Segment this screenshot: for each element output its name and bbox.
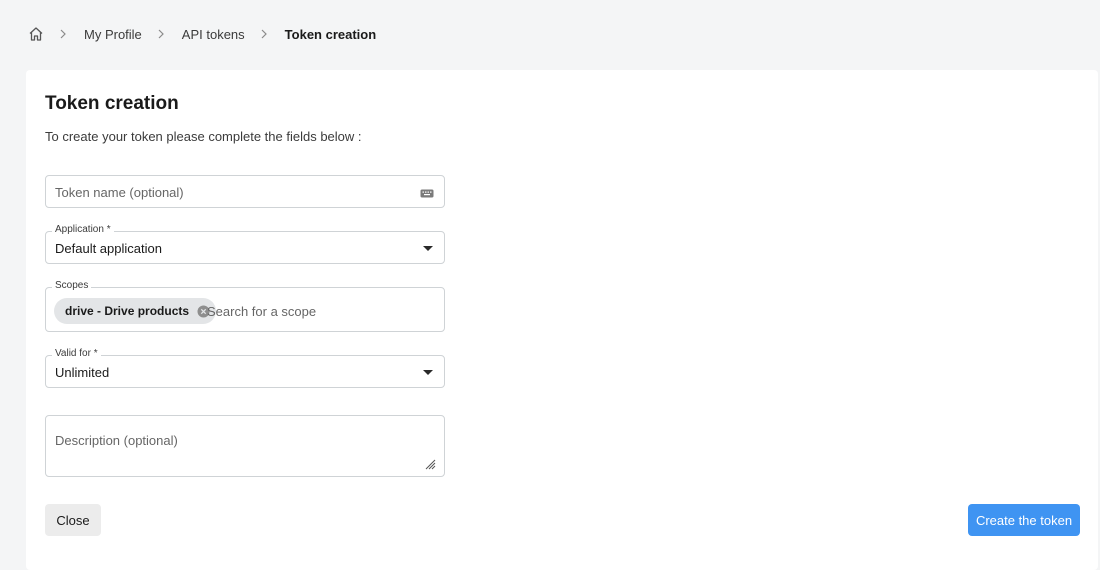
scope-search-input[interactable] [207, 304, 437, 319]
scope-chip[interactable]: drive - Drive products [54, 298, 217, 324]
scope-chip-label: drive - Drive products [65, 304, 190, 318]
close-button[interactable]: Close [45, 504, 101, 536]
token-name-placeholder: Token name (optional) [55, 185, 184, 200]
chevron-right-icon [60, 29, 68, 39]
description-field[interactable]: Description (optional) [45, 415, 445, 477]
resize-handle-icon[interactable] [425, 457, 436, 470]
application-label: Application * [52, 224, 114, 235]
home-icon[interactable] [28, 26, 44, 42]
breadcrumb: My Profile API tokens Token creation [28, 24, 376, 44]
caret-down-icon [423, 246, 433, 251]
page-subtitle: To create your token please complete the… [45, 129, 362, 144]
breadcrumb-my-profile[interactable]: My Profile [84, 27, 142, 42]
application-select[interactable]: Application * Default application [45, 224, 445, 264]
create-token-button[interactable]: Create the token [968, 504, 1080, 536]
valid-for-select[interactable]: Valid for * Unlimited [45, 348, 445, 388]
breadcrumb-api-tokens[interactable]: API tokens [182, 27, 245, 42]
page-title: Token creation [45, 93, 179, 114]
scopes-field[interactable]: Scopes drive - Drive products [45, 280, 445, 332]
valid-for-label: Valid for * [52, 348, 101, 359]
chevron-right-icon [261, 29, 269, 39]
keyboard-icon [420, 186, 434, 198]
caret-down-icon [423, 370, 433, 375]
description-placeholder: Description (optional) [55, 433, 178, 448]
breadcrumb-current: Token creation [284, 26, 377, 42]
token-creation-card: Token creation To create your token plea… [26, 70, 1098, 570]
token-name-field[interactable]: Token name (optional) [45, 175, 445, 208]
valid-for-value: Unlimited [55, 365, 110, 380]
chevron-right-icon [158, 29, 166, 39]
scopes-label: Scopes [52, 280, 92, 291]
application-value: Default application [55, 241, 162, 256]
